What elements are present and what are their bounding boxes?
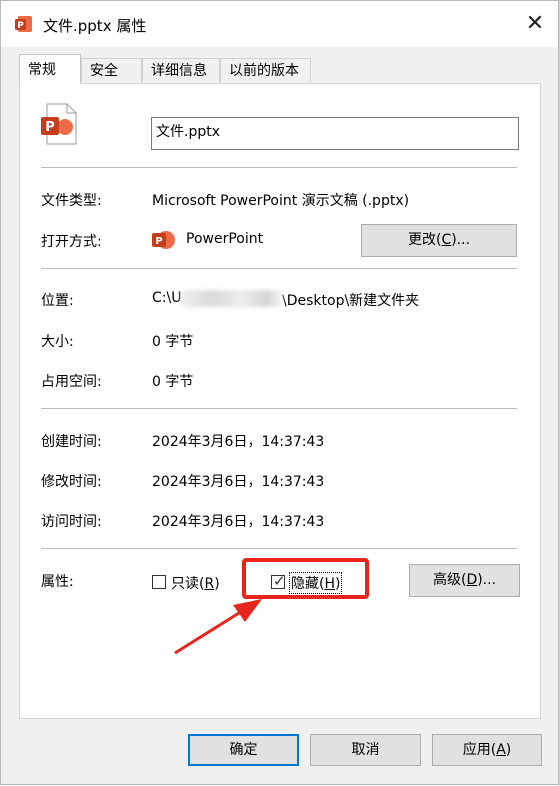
accessed-value: 2024年3月6日，14:37:43 [152,514,325,530]
location-prefix: C:\U [152,290,182,306]
advanced-button[interactable]: 高级(D)... [409,564,520,597]
size-value: 0 字节 [152,334,194,350]
svg-text:P: P [17,21,24,31]
size-label: 大小: [41,334,74,350]
powerpoint-app-icon: P [152,231,175,249]
file-name-field[interactable]: 文件.pptx [151,117,519,150]
divider [41,268,517,269]
title-bar: P 文件.pptx 属性 ✕ [1,1,558,47]
general-panel [19,83,541,719]
apply-button[interactable]: 应用(A) [432,734,542,766]
readonly-checkbox[interactable] [152,575,166,589]
change-button[interactable]: 更改(C)... [361,224,517,257]
modified-label: 修改时间: [41,474,102,490]
location-suffix: \Desktop\新建文件夹 [282,293,420,309]
open-with-app: PowerPoint [186,231,264,247]
accessed-label: 访问时间: [41,514,102,530]
file-type-value: Microsoft PowerPoint 演示文稿 (.pptx) [152,193,410,209]
ok-button[interactable]: 确定 [188,734,299,766]
file-type-label: 文件类型: [41,193,102,209]
created-label: 创建时间: [41,434,102,450]
readonly-label[interactable]: 只读(R) [171,573,220,593]
location-label: 位置: [41,293,74,309]
cancel-button[interactable]: 取消 [310,734,421,766]
modified-value: 2024年3月6日，14:37:43 [152,474,325,490]
tab-previous-versions[interactable]: 以前的版本 [220,58,311,82]
redaction-blur [181,290,282,307]
svg-text:P: P [45,120,55,135]
window-title: 文件.pptx 属性 [43,17,147,35]
size-on-disk-value: 0 字节 [152,374,194,390]
powerpoint-icon: P [15,16,32,32]
attributes-label: 属性: [41,574,74,590]
close-icon: ✕ [525,11,545,36]
divider [41,408,517,409]
created-value: 2024年3月6日，14:37:43 [152,434,325,450]
divider [41,167,517,168]
size-on-disk-label: 占用空间: [41,374,102,390]
tab-security[interactable]: 安全 [81,58,142,82]
close-button[interactable]: ✕ [512,1,558,47]
svg-text:P: P [155,236,162,247]
open-with-label: 打开方式: [41,234,102,250]
highlight-box [242,558,369,599]
tab-general[interactable]: 常规 [19,54,81,84]
divider [41,548,517,549]
tab-details[interactable]: 详细信息 [142,58,220,82]
pptx-file-icon: P [41,103,77,145]
properties-dialog: P 文件.pptx 属性 ✕ 常规 安全 详细信息 以前的版本 P 文件.ppt… [0,0,559,785]
